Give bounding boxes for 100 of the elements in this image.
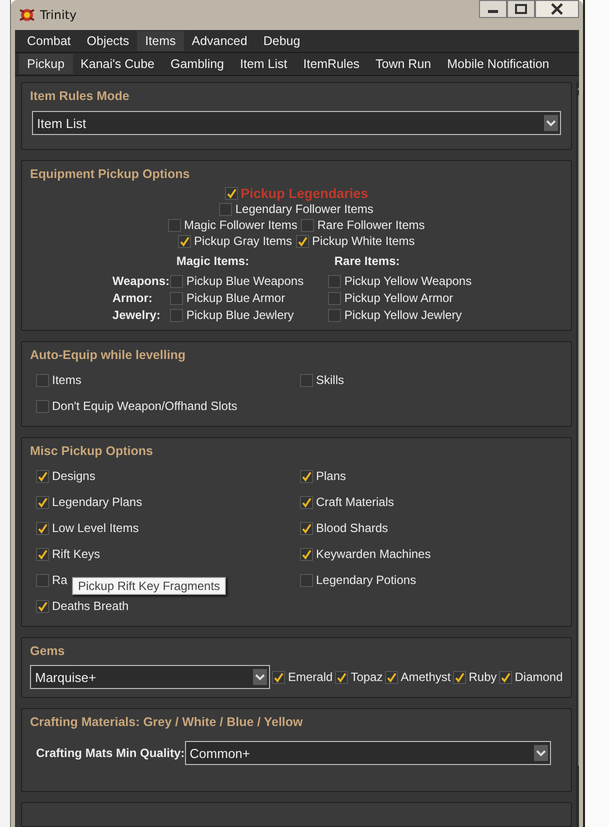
checkbox-label: Plans xyxy=(316,469,346,483)
tab[interactable]: Gambling xyxy=(162,54,232,74)
checkbox-label: Keywarden Machines xyxy=(316,547,431,561)
checkbox[interactable] xyxy=(36,600,49,612)
window-title: Trinity xyxy=(40,8,77,22)
checkbox-label: Pickup Blue Jewlery xyxy=(186,308,294,322)
maximize-icon xyxy=(515,4,527,14)
checkbox[interactable] xyxy=(328,274,342,288)
checkbox-label: Items xyxy=(52,373,82,387)
checkbox[interactable] xyxy=(300,522,313,534)
close-icon xyxy=(550,3,564,15)
checkbox[interactable] xyxy=(272,670,285,684)
checkbox[interactable] xyxy=(36,470,49,482)
app-icon xyxy=(19,7,35,23)
checkbox-label: Pickup Yellow Weapons xyxy=(344,274,472,288)
checkbox-label: Pickup White Items xyxy=(312,234,415,248)
section-title: Misc Pickup Options xyxy=(30,444,154,458)
column-heading: Magic Items: xyxy=(175,254,250,268)
tab[interactable]: Objects xyxy=(78,31,138,51)
checkbox-label: Deaths Breath xyxy=(52,599,129,613)
tab[interactable]: Item List xyxy=(232,54,296,74)
dropdown[interactable]: Item List xyxy=(32,111,561,135)
section-title: Equipment Pickup Options xyxy=(30,167,191,181)
checkbox[interactable] xyxy=(328,308,342,322)
checkbox[interactable] xyxy=(36,496,49,508)
checkbox-label: Skills xyxy=(316,373,344,387)
tab[interactable]: Combat xyxy=(19,31,79,51)
checkbox[interactable] xyxy=(296,234,310,248)
checkbox-label: Magic Follower Items xyxy=(184,218,298,232)
checkbox[interactable] xyxy=(170,308,184,322)
checkbox[interactable] xyxy=(36,374,49,386)
checkbox-label: Pickup Yellow Armor xyxy=(344,291,454,305)
column-heading: Rare Items: xyxy=(333,254,401,268)
chevron-down-icon xyxy=(253,669,267,685)
checkbox[interactable] xyxy=(170,292,184,304)
checkbox[interactable] xyxy=(36,522,49,534)
section-title: Gems xyxy=(30,644,66,658)
section-title: Auto-Equip while levelling xyxy=(30,348,187,362)
tab[interactable]: Pickup xyxy=(19,54,73,74)
checkbox-label: Ruby xyxy=(468,670,497,684)
checkbox[interactable] xyxy=(36,400,49,412)
checkbox[interactable] xyxy=(178,234,192,248)
checkbox[interactable] xyxy=(300,470,313,482)
checkbox-label: Legendary Follower Items xyxy=(235,202,374,216)
checkbox-label: Blood Shards xyxy=(316,521,388,535)
tab[interactable]: Town Run xyxy=(368,54,440,74)
checkbox[interactable] xyxy=(301,218,314,232)
slot-label: Armor: xyxy=(112,291,154,305)
section-title: Crafting Materials: Grey / White / Blue / Yellow xyxy=(30,715,304,729)
checkbox[interactable] xyxy=(452,670,466,684)
checkbox[interactable] xyxy=(36,548,49,560)
checkbox[interactable] xyxy=(300,574,313,586)
checkbox[interactable] xyxy=(384,670,398,684)
tab[interactable]: Advanced xyxy=(184,31,256,51)
tooltip: Pickup Rift Key Fragments xyxy=(72,577,226,595)
chevron-down-icon xyxy=(534,745,548,761)
tab[interactable]: ItemRules xyxy=(295,54,368,74)
checkbox-label: Rift Keys xyxy=(52,547,100,561)
close-button[interactable] xyxy=(535,0,579,18)
checkbox-label: Pickup Blue Weapons xyxy=(186,274,304,288)
tab[interactable]: Items xyxy=(137,31,184,51)
dropdown[interactable]: Common+ xyxy=(184,741,551,765)
chevron-down-icon xyxy=(544,115,558,131)
checkbox-label: Legendary Potions xyxy=(316,573,416,587)
section-title: Item Rules Mode xyxy=(30,89,130,103)
checkbox[interactable] xyxy=(170,274,184,288)
checkbox[interactable] xyxy=(498,670,512,684)
field-label: Crafting Mats Min Quality: xyxy=(36,746,185,760)
checkbox-label: Pickup Yellow Jewlery xyxy=(344,308,462,322)
checkbox-label: Pickup Gray Items xyxy=(194,234,292,248)
checkbox-label: Pickup Legendaries xyxy=(240,186,368,200)
checkbox[interactable] xyxy=(224,186,238,200)
maximize-button[interactable] xyxy=(507,0,535,18)
checkbox[interactable] xyxy=(328,292,342,304)
checkbox-label: Ra xyxy=(52,573,68,587)
slot-label: Weapons: xyxy=(112,274,170,288)
tab[interactable]: Debug xyxy=(255,31,308,51)
checkbox-label: Amethyst xyxy=(400,670,451,684)
checkbox-label: Legendary Plans xyxy=(52,495,142,509)
checkbox-label: Diamond xyxy=(514,670,563,684)
checkbox-label: Pickup Blue Armor xyxy=(186,291,286,305)
checkbox[interactable] xyxy=(300,374,313,386)
checkbox[interactable] xyxy=(219,202,232,216)
dropdown[interactable]: Marquise+ xyxy=(30,665,270,689)
checkbox-label: Craft Materials xyxy=(316,495,394,509)
checkbox[interactable] xyxy=(168,218,182,232)
minimize-button[interactable] xyxy=(479,0,507,18)
checkbox[interactable] xyxy=(36,574,49,586)
checkbox-label: Rare Follower Items xyxy=(317,218,425,232)
slot-label: Jewelry: xyxy=(112,308,162,322)
tab[interactable]: Kanai's Cube xyxy=(72,54,162,74)
checkbox[interactable] xyxy=(334,670,348,684)
checkbox[interactable] xyxy=(300,548,313,560)
checkbox-label: Low Level Items xyxy=(52,521,139,535)
checkbox-label: Designs xyxy=(52,469,96,483)
checkbox-label: Don't Equip Weapon/Offhand Slots xyxy=(52,399,238,413)
checkbox-label: Emerald xyxy=(288,670,333,684)
checkbox-label: Topaz xyxy=(350,670,383,684)
checkbox[interactable] xyxy=(300,496,313,508)
tab[interactable]: Mobile Notification xyxy=(439,54,558,74)
